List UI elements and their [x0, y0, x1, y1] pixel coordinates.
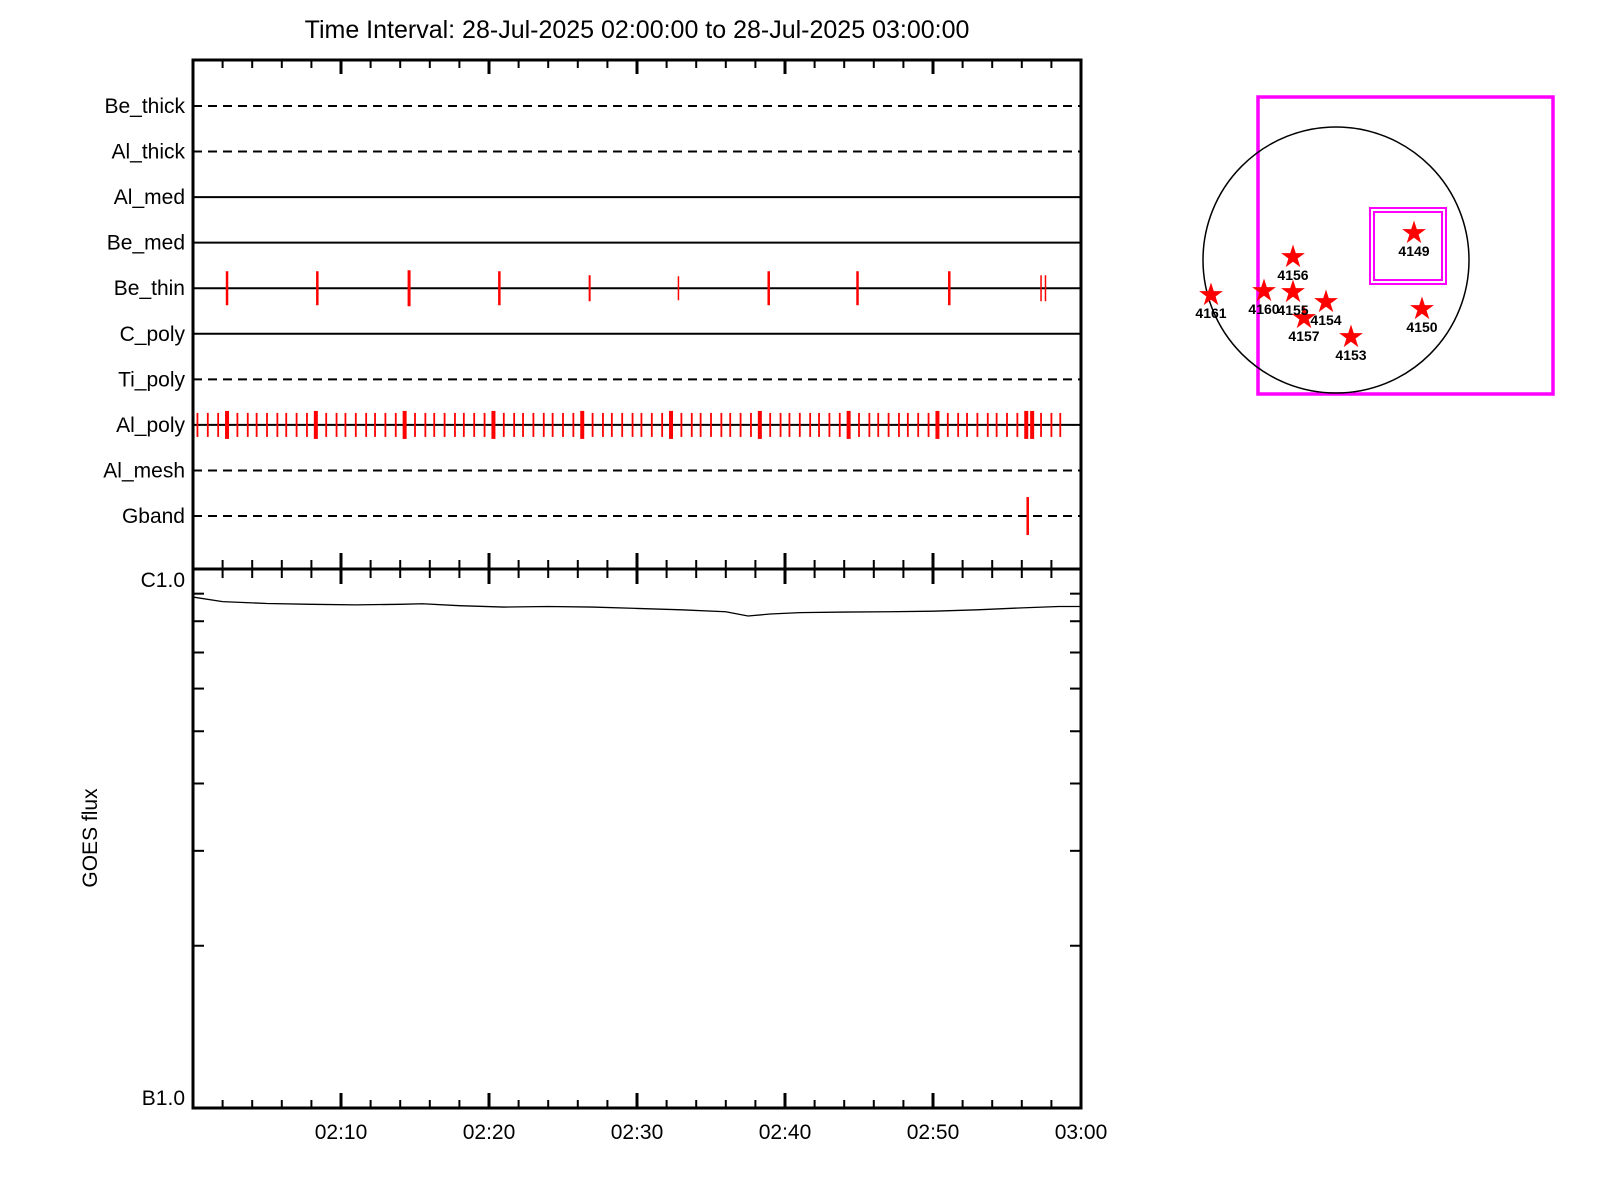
filter-label-Al_mesh: Al_mesh — [103, 459, 185, 482]
goes-ymin-label: B1.0 — [142, 1087, 185, 1110]
time-label: 02:20 — [463, 1121, 516, 1144]
time-label: 02:30 — [611, 1121, 664, 1144]
goes-flux-curve — [192, 596, 1081, 617]
active-region-label-4160: 4160 — [1248, 301, 1279, 317]
filter-panel-frame — [191, 58, 1083, 571]
filter-label-Al_med: Al_med — [114, 186, 185, 209]
filter-label-Al_thick: Al_thick — [111, 141, 185, 164]
goes-panel-frame — [191, 567, 1083, 1110]
filter-label-Be_thick: Be_thick — [104, 95, 185, 118]
active-region-star-4150 — [1410, 296, 1434, 320]
active-region-label-4155: 4155 — [1277, 302, 1308, 318]
active-region-label-4153: 4153 — [1335, 347, 1366, 363]
time-label: 02:40 — [759, 1121, 812, 1144]
active-region-star-4149 — [1402, 220, 1426, 244]
plot-canvas: Be_thick Al_thick Al_med Be_med Be_thin C_pol… — [79, 58, 1555, 1144]
active-region-label-4157: 4157 — [1288, 328, 1319, 344]
time-label: 02:50 — [907, 1121, 960, 1144]
active-region-star-4160 — [1252, 278, 1276, 302]
time-label: 03:00 — [1055, 1121, 1108, 1144]
goes-ymax-label: C1.0 — [141, 569, 185, 592]
time-label: 02:10 — [315, 1121, 368, 1144]
active-region-label-4156: 4156 — [1277, 267, 1308, 283]
active-region-label-4150: 4150 — [1406, 319, 1437, 335]
filter-label-Be_thin: Be_thin — [114, 277, 185, 300]
filter-label-Ti_poly: Ti_poly — [118, 368, 185, 391]
active-region-label-4154: 4154 — [1310, 312, 1341, 328]
active-region-label-4149: 4149 — [1398, 243, 1429, 259]
active-region-star-4161 — [1199, 282, 1223, 306]
goes-axis-title: GOES flux — [79, 788, 102, 888]
active-region-star-4154 — [1314, 289, 1338, 313]
active-region-star-4153 — [1339, 324, 1363, 348]
filter-label-Gband: Gband — [122, 505, 185, 528]
filter-label-Be_med: Be_med — [107, 232, 185, 255]
filter-label-Al_poly: Al_poly — [116, 414, 185, 437]
active-region-label-4161: 4161 — [1195, 305, 1226, 321]
filter-label-C_poly: C_poly — [120, 323, 186, 346]
observation-timeline-page: Time Interval: 28-Jul-2025 02:00:00 to 2… — [0, 0, 1600, 1200]
active-region-star-4156 — [1281, 244, 1305, 268]
